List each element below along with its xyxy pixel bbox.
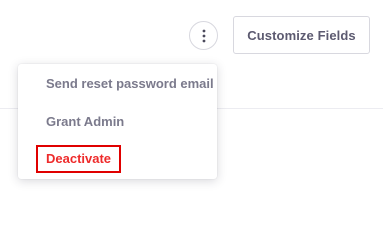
actions-dropdown-menu: Send reset password email Grant Admin De… xyxy=(18,64,217,179)
customize-fields-button[interactable]: Customize Fields xyxy=(233,16,370,54)
page: Customize Fields Send reset password ema… xyxy=(0,0,383,204)
more-options-button[interactable] xyxy=(189,21,218,50)
menu-item-send-reset-password[interactable]: Send reset password email xyxy=(46,76,214,92)
vertical-ellipsis-icon xyxy=(202,29,205,42)
menu-item-deactivate[interactable]: Deactivate xyxy=(36,145,122,173)
menu-item-grant-admin[interactable]: Grant Admin xyxy=(46,114,124,130)
